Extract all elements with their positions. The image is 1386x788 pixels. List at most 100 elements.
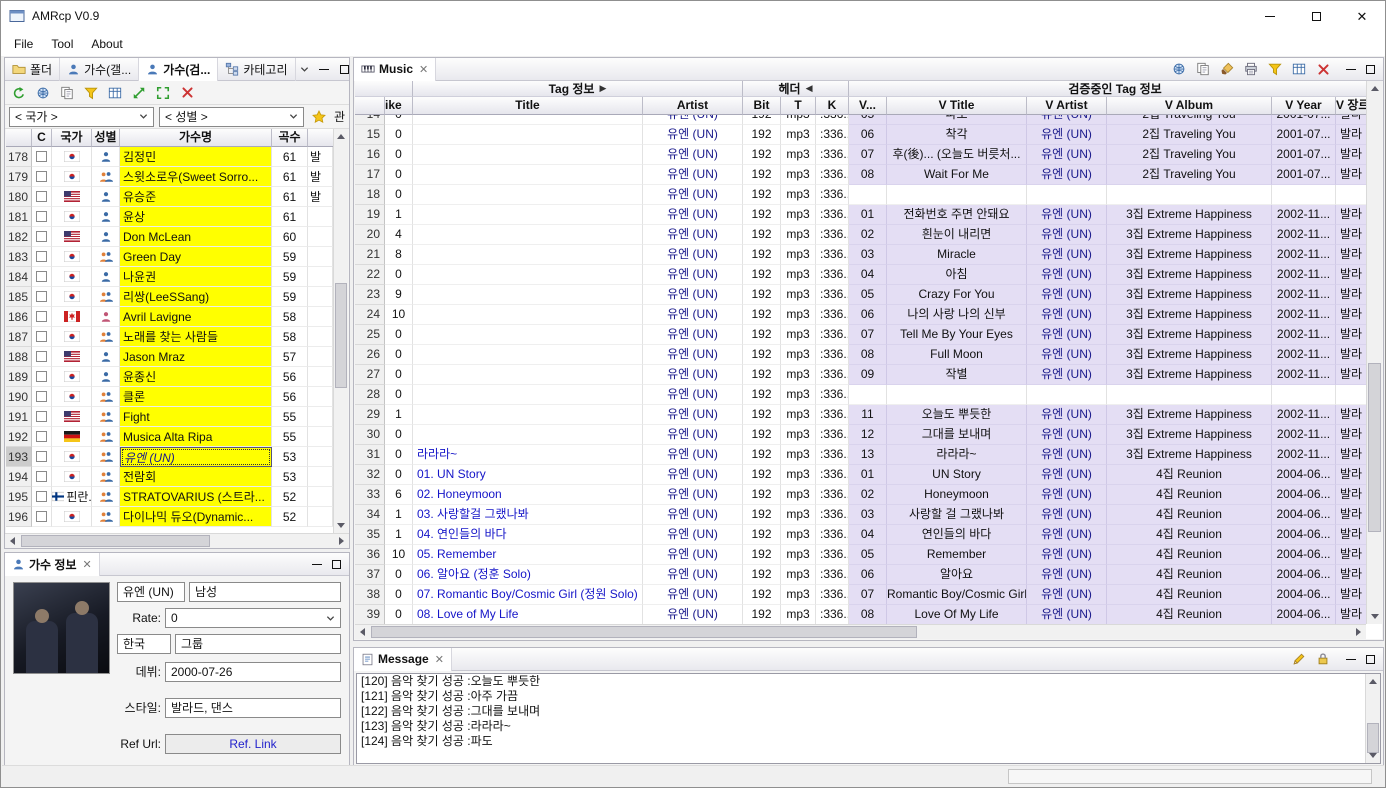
- artist-country-field[interactable]: 한국: [117, 634, 171, 654]
- music-col-header-6[interactable]: K: [816, 97, 849, 115]
- music-col-header-1[interactable]: ike: [385, 97, 413, 115]
- artist-gender-field[interactable]: 남성: [189, 582, 341, 602]
- refresh-button[interactable]: [9, 83, 29, 103]
- checkbox[interactable]: [36, 351, 47, 362]
- scroll-up-icon[interactable]: [1369, 679, 1377, 684]
- artist-name[interactable]: Don McLean: [120, 227, 272, 247]
- music-row[interactable]: 204유엔 (UN)192mp3:336...02흰눈이 내리면유엔 (UN)3…: [355, 225, 1366, 245]
- favorite-button[interactable]: [309, 107, 329, 127]
- menu-tool[interactable]: Tool: [42, 33, 82, 55]
- check-cell[interactable]: [32, 507, 52, 527]
- music-row[interactable]: 170유엔 (UN)192mp3:336...08Wait For Me유엔 (…: [355, 165, 1366, 185]
- scrollbar-thumb[interactable]: [371, 626, 917, 638]
- check-cell[interactable]: [32, 187, 52, 207]
- fit-button[interactable]: [153, 83, 173, 103]
- debut-field[interactable]: 2000-07-26: [165, 662, 341, 682]
- artist-name[interactable]: 스윗소로우(Sweet Sorro...: [120, 167, 272, 187]
- music-col-header-8[interactable]: V Title: [887, 97, 1027, 115]
- artist-name[interactable]: 노래를 찾는 사람들: [120, 327, 272, 347]
- maximize-view-button[interactable]: [1362, 61, 1379, 77]
- checkbox[interactable]: [36, 191, 47, 202]
- checkbox[interactable]: [36, 331, 47, 342]
- checkbox[interactable]: [36, 371, 47, 382]
- checkbox[interactable]: [36, 451, 47, 462]
- music-header-blank[interactable]: [355, 97, 385, 115]
- tab-left-3[interactable]: 카테고리: [218, 57, 296, 81]
- artist-name[interactable]: Musica Alta Ripa: [120, 427, 272, 447]
- check-cell[interactable]: [32, 247, 52, 267]
- scroll-up-icon[interactable]: [1370, 86, 1379, 91]
- scroll-down-icon[interactable]: [1369, 753, 1377, 758]
- menu-file[interactable]: File: [5, 33, 42, 55]
- minimize-window-button[interactable]: [1247, 1, 1293, 31]
- minimize-view-button[interactable]: [308, 556, 325, 572]
- checkbox[interactable]: [36, 411, 47, 422]
- expand-button[interactable]: [129, 83, 149, 103]
- artist-name[interactable]: STRATOVARIUS (스트라...: [120, 487, 272, 507]
- close-tab-icon[interactable]: ✕: [435, 653, 444, 666]
- maximize-window-button[interactable]: [1293, 1, 1339, 31]
- scrollbar-thumb[interactable]: [335, 282, 347, 388]
- scroll-down-icon[interactable]: [337, 523, 345, 528]
- close-window-button[interactable]: ✕: [1339, 1, 1385, 31]
- artist-row[interactable]: 180 유승준 61 발: [6, 187, 333, 207]
- music-row[interactable]: 33602. Honeymoon유엔 (UN)192mp3:336...02Ho…: [355, 485, 1366, 505]
- filter-button[interactable]: [81, 83, 101, 103]
- artist-row[interactable]: 185 리쌍(LeeSSang) 59: [6, 287, 333, 307]
- artist-row[interactable]: 184 나윤권 59: [6, 267, 333, 287]
- artist-type-field[interactable]: 그룹: [175, 634, 341, 654]
- music-row[interactable]: 35104. 연인들의 바다유엔 (UN)192mp3:336...04연인들의…: [355, 525, 1366, 545]
- check-cell[interactable]: [32, 327, 52, 347]
- music-row[interactable]: 280 유엔 (UN)192mp3:336...: [355, 385, 1366, 405]
- artist-name[interactable]: Green Day: [120, 247, 272, 267]
- tab-left-2[interactable]: 가수(검...: [139, 57, 219, 81]
- music-row[interactable]: 38 0 07. Romantic Boy/Cosmic Girl (정원 Solo…: [355, 585, 1366, 605]
- tab-message[interactable]: Message ✕: [354, 647, 452, 671]
- maximize-view-button[interactable]: [328, 556, 345, 572]
- checkbox[interactable]: [36, 491, 47, 502]
- check-cell[interactable]: [32, 207, 52, 227]
- music-row[interactable]: 310라라라~유엔 (UN)192mp3:336...13라라라~유엔 (UN)…: [355, 445, 1366, 465]
- check-cell[interactable]: [32, 347, 52, 367]
- music-row[interactable]: 220유엔 (UN)192mp3:336...04아침유엔 (UN)3집 Ext…: [355, 265, 1366, 285]
- checkbox[interactable]: [36, 471, 47, 482]
- artist-name[interactable]: 리쌍(LeeSSang): [120, 287, 272, 307]
- style-field[interactable]: 발라드, 댄스: [165, 698, 341, 718]
- music-row[interactable]: 34103. 사랑할걸 그랬나봐유엔 (UN)192mp3:336...03사랑…: [355, 505, 1366, 525]
- checkbox[interactable]: [36, 511, 47, 522]
- music-row[interactable]: 180 유엔 (UN)192mp3:336...: [355, 185, 1366, 205]
- music-col-header-2[interactable]: Title: [413, 97, 643, 115]
- check-cell[interactable]: [32, 287, 52, 307]
- minimize-view-button[interactable]: [316, 61, 333, 77]
- music-col-header-7[interactable]: V...: [849, 97, 887, 115]
- check-cell[interactable]: [32, 267, 52, 287]
- artist-name[interactable]: Fight: [120, 407, 272, 427]
- artist-col-header-2[interactable]: 국가: [52, 129, 92, 147]
- checkbox[interactable]: [36, 231, 47, 242]
- artist-col-header-5[interactable]: 곡수: [272, 129, 308, 147]
- collapse-right-icon[interactable]: ▶: [599, 83, 606, 94]
- checkbox[interactable]: [36, 291, 47, 302]
- ref-link-button[interactable]: Ref. Link: [165, 734, 341, 754]
- check-cell[interactable]: [32, 147, 52, 167]
- checkbox[interactable]: [36, 431, 47, 442]
- message-vertical-scrollbar[interactable]: [1365, 674, 1380, 763]
- scroll-right-icon[interactable]: [1356, 628, 1361, 636]
- music-col-header-11[interactable]: V Year: [1272, 97, 1336, 115]
- artist-row[interactable]: 194 전람회 53: [6, 467, 333, 487]
- artist-col-header-1[interactable]: C: [32, 129, 52, 147]
- checkbox[interactable]: [36, 151, 47, 162]
- collapse-left-icon[interactable]: ◀: [806, 83, 813, 94]
- artist-name[interactable]: 전람회: [120, 467, 272, 487]
- tab-music[interactable]: Music ✕: [354, 57, 437, 81]
- artist-row[interactable]: 191 Fight 55: [6, 407, 333, 427]
- check-cell[interactable]: [32, 167, 52, 187]
- maximize-view-button[interactable]: [336, 61, 353, 77]
- artist-row[interactable]: 183 Green Day 59: [6, 247, 333, 267]
- copy-button[interactable]: [1193, 59, 1213, 79]
- filter-button[interactable]: [1265, 59, 1285, 79]
- check-cell[interactable]: [32, 487, 52, 507]
- music-col-header-5[interactable]: T: [781, 97, 816, 115]
- scroll-up-icon[interactable]: [337, 134, 345, 139]
- artist-name-field[interactable]: 유엔 (UN): [117, 582, 185, 602]
